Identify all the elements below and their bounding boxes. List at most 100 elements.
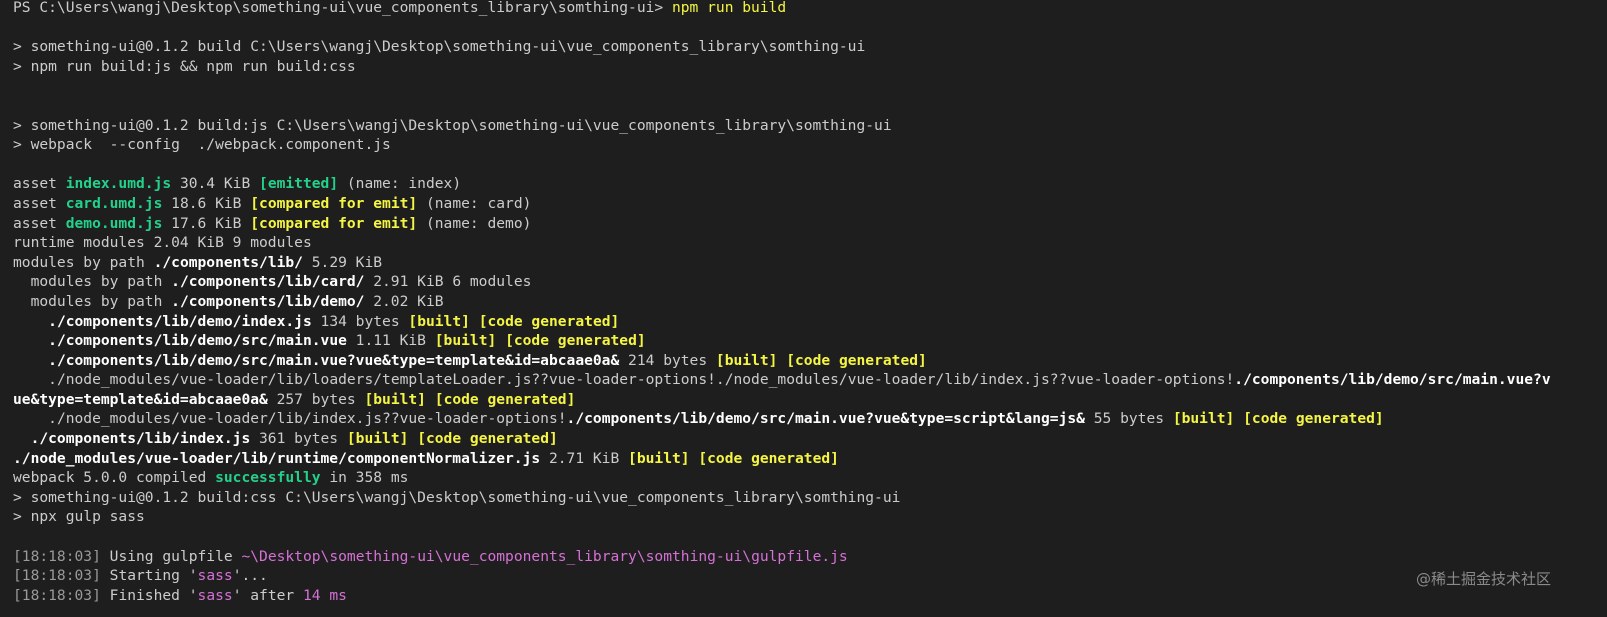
- built-tag: [built]: [346, 430, 409, 448]
- asset-status: [emitted]: [259, 175, 339, 193]
- module-path: ./components/lib/demo/index.js: [48, 312, 312, 330]
- script-line-webpack-cmd: > webpack --config ./webpack.component.j…: [13, 136, 391, 154]
- gulp-log-line: [18:18:03] Starting 'sass'...: [13, 566, 1607, 586]
- module-path: ./components/lib/demo/: [171, 292, 365, 310]
- prompt-command: npm run build: [671, 0, 787, 16]
- asset-status: [compared for emit]: [250, 194, 418, 212]
- module-path: ue&type=template&id=abcaae0a&: [13, 390, 268, 408]
- built-tag: [built]: [1172, 410, 1235, 428]
- module-line: ./components/lib/index.js 361 bytes [bui…: [13, 429, 1607, 449]
- script-line-build-js: > something-ui@0.1.2 build:js C:\Users\w…: [13, 116, 892, 134]
- task-duration: 14 ms: [302, 586, 347, 604]
- loader-path: ./node_modules/vue-loader/lib/loaders/te…: [48, 371, 1235, 389]
- module-path: ./components/lib/demo/src/main.vue: [48, 332, 347, 350]
- gulp-message: Starting ': [100, 567, 198, 585]
- code-generated-tag: [code generated]: [417, 430, 558, 448]
- module-path: ./components/lib/demo/src/main.vue?v: [1234, 371, 1551, 389]
- asset-size: 18.6 KiB: [162, 194, 251, 212]
- module-size: 257 bytes: [267, 390, 365, 408]
- asset-size: 30.4 KiB: [171, 175, 260, 193]
- gulp-message: Using gulpfile: [100, 547, 242, 565]
- code-generated-tag: [code generated]: [478, 312, 620, 330]
- module-line: ./node_modules/vue-loader/lib/index.js??…: [13, 409, 1607, 429]
- module-path: ./components/lib/demo/src/main.vue?vue&t…: [566, 410, 1085, 428]
- code-generated-tag: [code generated]: [1243, 410, 1384, 428]
- module-line: ./components/lib/demo/src/main.vue?vue&t…: [13, 351, 1607, 371]
- gulpfile-path: ~\Desktop\something-ui\vue_components_li…: [241, 547, 848, 565]
- modules-by-path-line: modules by path ./components/lib/ 5.29 K…: [13, 253, 1607, 273]
- asset-name: card.umd.js: [65, 194, 163, 212]
- asset-size: 17.6 KiB: [162, 214, 251, 232]
- module-path: ./components/lib/: [153, 253, 303, 271]
- script-line-build-cmd: > npm run build:js && npm run build:css: [13, 57, 356, 75]
- task-name: sass: [197, 586, 233, 604]
- built-tag: [built]: [408, 312, 470, 330]
- code-generated-tag: [code generated]: [505, 332, 646, 350]
- asset-name: index.umd.js: [65, 175, 172, 193]
- module-line: ./node_modules/vue-loader/lib/loaders/te…: [13, 370, 1607, 390]
- asset-name: demo.umd.js: [65, 214, 163, 232]
- modules-by-path-line: modules by path ./components/lib/demo/ 2…: [13, 292, 1607, 312]
- module-path: ./components/lib/index.js: [30, 430, 251, 448]
- asset-meta: (name: card): [417, 194, 532, 212]
- terminal-output[interactable]: PS C:\Users\wangj\Desktop\something-ui\v…: [0, 0, 1607, 617]
- webpack-compiled-line: webpack 5.0.0 compiled successfully in 3…: [13, 468, 1607, 488]
- module-size: 55 bytes: [1084, 410, 1173, 428]
- asset-line: asset index.umd.js 30.4 KiB [emitted] (n…: [13, 174, 1607, 194]
- script-line-gulp-cmd: > npx gulp sass: [13, 508, 145, 526]
- watermark: @稀土掘金技术社区: [1415, 570, 1551, 588]
- module-size: 361 bytes: [250, 430, 347, 448]
- module-size: 2.91 KiB 6 modules: [364, 273, 532, 291]
- module-size: 2.02 KiB: [364, 292, 444, 310]
- asset-meta: (name: index): [338, 175, 462, 193]
- module-path: ./components/lib/demo/src/main.vue?vue&t…: [48, 351, 620, 369]
- gulp-log-line: [18:18:03] Using gulpfile ~\Desktop\some…: [13, 547, 1607, 567]
- gulp-log-line: [18:18:03] Finished 'sass' after 14 ms: [13, 586, 1607, 606]
- module-size: 5.29 KiB: [302, 253, 383, 271]
- module-size: 2.71 KiB: [540, 449, 629, 467]
- built-tag: [built]: [715, 351, 778, 369]
- prompt-ps: PS: [13, 0, 40, 16]
- asset-meta: (name: demo): [417, 214, 532, 232]
- module-line-wrap: ue&type=template&id=abcaae0a& 257 bytes …: [13, 390, 1607, 410]
- script-line-build-css: > something-ui@0.1.2 build:css C:\Users\…: [13, 488, 901, 506]
- timestamp: [18:18:03]: [13, 547, 101, 565]
- code-generated-tag: [code generated]: [698, 449, 839, 467]
- asset-prefix: asset: [13, 194, 66, 212]
- timestamp: [18:18:03]: [13, 586, 101, 604]
- code-generated-tag: [code generated]: [786, 351, 927, 369]
- task-name: sass: [197, 567, 233, 585]
- module-size: 1.11 KiB: [346, 332, 435, 350]
- gulp-message: Finished ': [100, 586, 198, 604]
- modules-prefix: modules by path: [13, 253, 154, 271]
- module-path: ./node_modules/vue-loader/lib/runtime/co…: [13, 449, 541, 467]
- prompt-path: C:\Users\wangj\Desktop\something-ui\vue_…: [39, 0, 664, 16]
- prompt-line: PS C:\Users\wangj\Desktop\something-ui\v…: [13, 0, 1607, 18]
- asset-prefix: asset: [13, 214, 66, 232]
- built-tag: [built]: [364, 390, 426, 408]
- module-line: ./components/lib/demo/src/main.vue 1.11 …: [13, 331, 1607, 351]
- module-size: 134 bytes: [311, 312, 409, 330]
- built-tag: [built]: [628, 449, 690, 467]
- compiled-time: in 358 ms: [320, 469, 409, 487]
- compiled-status: successfully: [215, 469, 321, 487]
- runtime-modules-line: runtime modules 2.04 KiB 9 modules: [13, 234, 312, 252]
- modules-prefix: modules by path: [13, 292, 172, 310]
- module-line: ./components/lib/demo/index.js 134 bytes…: [13, 312, 1607, 332]
- module-size: 214 bytes: [619, 351, 716, 369]
- module-path: ./components/lib/card/: [171, 273, 365, 291]
- module-line: ./node_modules/vue-loader/lib/runtime/co…: [13, 449, 1607, 469]
- gulp-message-end: '...: [232, 567, 268, 585]
- modules-prefix: modules by path: [13, 273, 172, 291]
- gulp-message-end: ' after: [232, 586, 303, 604]
